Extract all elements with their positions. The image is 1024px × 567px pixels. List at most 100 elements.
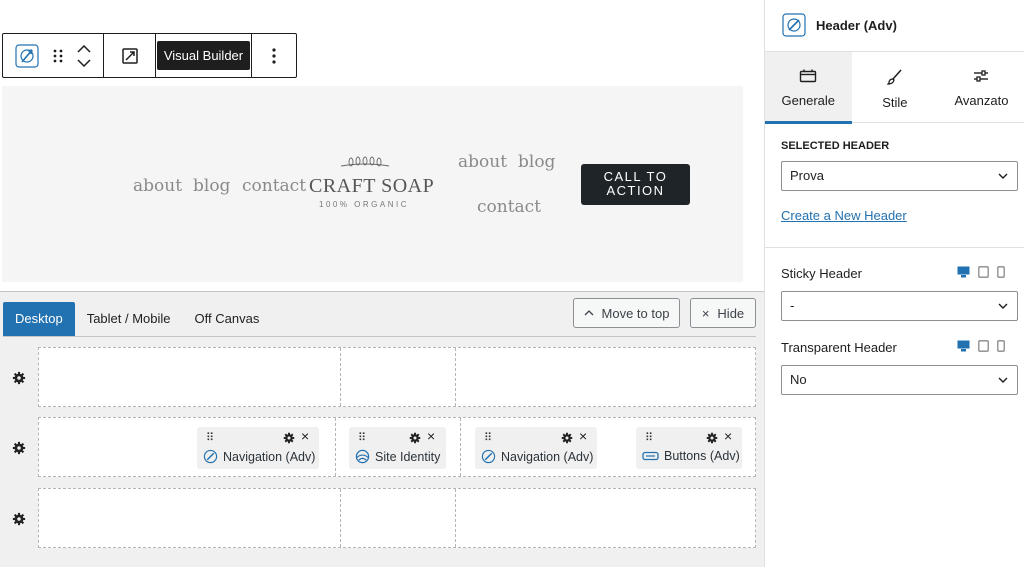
header-builder-panel: Desktop Tablet / Mobile Off Canvas Move … bbox=[0, 291, 765, 567]
item-label: Site Identity bbox=[355, 449, 440, 464]
drag-handle-icon[interactable]: ⠿ bbox=[358, 431, 366, 444]
item-remove-close-icon[interactable]: × bbox=[579, 428, 587, 444]
chevron-down-icon bbox=[998, 377, 1008, 383]
tab-avanzato-label: Avanzato bbox=[954, 93, 1009, 108]
nav-link-contact-right[interactable]: contact bbox=[477, 197, 541, 217]
nav-link-about-right[interactable]: about bbox=[458, 152, 507, 172]
sticky-header-label: Sticky Header bbox=[781, 266, 862, 281]
row-main-settings-gear-icon[interactable] bbox=[12, 441, 26, 455]
builder-row-top[interactable] bbox=[38, 347, 756, 407]
item-label-text: Navigation (Adv) bbox=[223, 449, 316, 464]
builder-item-buttons[interactable]: ⠿ × Buttons (Adv) bbox=[636, 427, 742, 469]
tabs-divider bbox=[3, 336, 756, 337]
item-settings-gear-icon[interactable] bbox=[561, 432, 573, 444]
item-label-text: Buttons (Adv) bbox=[664, 449, 740, 463]
drag-handle-icon[interactable]: ⠿ bbox=[484, 431, 492, 444]
drag-handle-icon[interactable] bbox=[52, 34, 64, 77]
tab-stile[interactable]: Stile bbox=[852, 52, 939, 123]
logo-subtitle: 100% ORGANIC bbox=[319, 200, 410, 209]
selected-header-value: Prova bbox=[790, 168, 824, 183]
sidebar-title: Header (Adv) bbox=[816, 18, 897, 33]
item-settings-gear-icon[interactable] bbox=[706, 432, 718, 444]
column-divider bbox=[460, 418, 461, 476]
drag-handle-icon[interactable]: ⠿ bbox=[645, 431, 653, 444]
selected-header-label: SELECTED HEADER bbox=[781, 140, 890, 152]
desktop-icon[interactable] bbox=[957, 266, 970, 278]
sticky-header-value: - bbox=[790, 298, 795, 313]
call-to-action-button[interactable]: CALL TO ACTION bbox=[581, 164, 690, 205]
tablet-icon[interactable] bbox=[978, 340, 989, 352]
mobile-icon[interactable] bbox=[997, 340, 1005, 352]
transparent-device-switcher bbox=[957, 340, 1005, 352]
sidebar-tabs: Generale Stile Avanzato bbox=[765, 52, 1024, 124]
header-icon bbox=[800, 69, 817, 83]
replace-button[interactable] bbox=[104, 34, 156, 77]
sidebar-header: Header (Adv) bbox=[765, 0, 1024, 52]
nav-link-blog[interactable]: blog bbox=[193, 176, 230, 196]
nav-link-blog-right[interactable]: blog bbox=[518, 152, 555, 172]
drag-handle-icon[interactable]: ⠿ bbox=[206, 431, 214, 444]
compass-icon bbox=[203, 449, 218, 464]
tablet-icon[interactable] bbox=[978, 266, 989, 278]
row-top-settings-gear-icon[interactable] bbox=[12, 371, 26, 385]
item-settings-gear-icon[interactable] bbox=[409, 432, 421, 444]
chevron-up-icon[interactable] bbox=[77, 44, 91, 53]
cta-line-2: ACTION bbox=[606, 183, 665, 198]
chevron-down-icon bbox=[998, 303, 1008, 309]
visual-builder-button[interactable]: Visual Builder bbox=[156, 41, 251, 70]
hide-label: Hide bbox=[717, 305, 745, 321]
builder-item-navigation-right[interactable]: ⠿ × Navigation (Adv) bbox=[475, 427, 597, 469]
block-toolbar: Visual Builder bbox=[2, 33, 297, 78]
hide-button[interactable]: × Hide bbox=[690, 298, 756, 328]
more-options-button[interactable] bbox=[252, 34, 296, 77]
chevron-down-icon bbox=[998, 173, 1008, 179]
sticky-header-select[interactable]: - bbox=[781, 291, 1018, 321]
visual-builder-segment: Visual Builder bbox=[156, 34, 252, 77]
item-settings-gear-icon[interactable] bbox=[283, 432, 295, 444]
nav-link-contact[interactable]: contact bbox=[242, 176, 306, 196]
device-tabs: Desktop Tablet / Mobile Off Canvas bbox=[3, 302, 271, 336]
tab-desktop[interactable]: Desktop bbox=[3, 302, 75, 336]
tab-off-canvas[interactable]: Off Canvas bbox=[183, 302, 272, 336]
globe-icon bbox=[355, 449, 370, 464]
sliders-icon bbox=[974, 70, 989, 82]
chevron-down-icon[interactable] bbox=[77, 58, 91, 67]
tab-avanzato[interactable]: Avanzato bbox=[938, 52, 1024, 123]
transparent-header-label: Transparent Header bbox=[781, 340, 897, 355]
builder-item-navigation-left[interactable]: ⠿ × Navigation (Adv) bbox=[197, 427, 319, 469]
builder-row-bottom[interactable] bbox=[38, 488, 756, 548]
mobile-icon[interactable] bbox=[997, 266, 1005, 278]
item-remove-close-icon[interactable]: × bbox=[427, 428, 435, 444]
tab-generale[interactable]: Generale bbox=[765, 52, 852, 124]
block-type-icon[interactable] bbox=[15, 34, 39, 77]
button-icon bbox=[642, 451, 659, 461]
item-label-text: Navigation (Adv) bbox=[501, 449, 594, 464]
tab-tablet-mobile[interactable]: Tablet / Mobile bbox=[75, 302, 183, 336]
create-new-header-link[interactable]: Create a New Header bbox=[781, 208, 907, 223]
selected-header-select[interactable]: Prova bbox=[781, 161, 1018, 191]
leaf-logo-icon bbox=[340, 156, 390, 167]
item-remove-close-icon[interactable]: × bbox=[724, 428, 732, 444]
compass-icon bbox=[481, 449, 496, 464]
section-divider bbox=[765, 247, 1024, 248]
transparent-header-value: No bbox=[790, 372, 807, 387]
header-preview: about blog contact CRAFT SOAP 100% ORGAN… bbox=[2, 86, 743, 282]
builder-row-main[interactable]: ⠿ × Navigation (Adv) ⠿ × Site Identity ⠿ bbox=[38, 417, 756, 477]
move-to-top-button[interactable]: Move to top bbox=[573, 298, 680, 328]
chevron-up-icon bbox=[584, 310, 593, 316]
item-remove-close-icon[interactable]: × bbox=[301, 428, 309, 444]
block-type-icon bbox=[782, 13, 806, 37]
logo-title[interactable]: CRAFT SOAP bbox=[309, 175, 434, 198]
transparent-header-select[interactable]: No bbox=[781, 365, 1018, 395]
row-bottom-settings-gear-icon[interactable] bbox=[12, 512, 26, 526]
builder-item-site-identity[interactable]: ⠿ × Site Identity bbox=[349, 427, 446, 469]
item-label: Buttons (Adv) bbox=[642, 449, 740, 463]
item-label-text: Site Identity bbox=[375, 449, 441, 464]
nav-link-about[interactable]: about bbox=[133, 176, 182, 196]
cta-line-1: CALL TO bbox=[603, 169, 668, 184]
move-up-down-control bbox=[77, 34, 91, 77]
replace-icon bbox=[121, 47, 138, 64]
desktop-icon[interactable] bbox=[957, 340, 970, 352]
close-icon: × bbox=[701, 305, 710, 321]
item-label: Navigation (Adv) bbox=[481, 449, 593, 464]
